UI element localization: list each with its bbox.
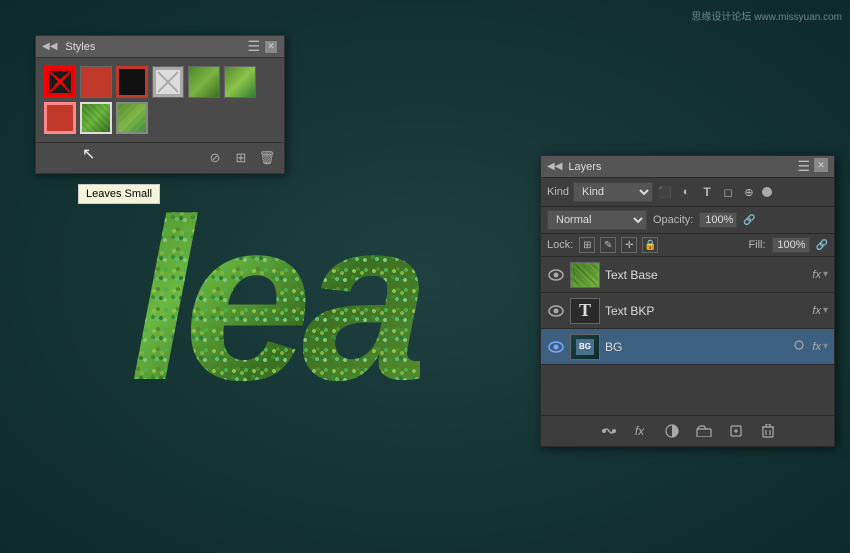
styles-toolbar: ⊘ ⊞ 🗑 [36, 142, 284, 173]
style-swatch[interactable] [188, 66, 220, 98]
styles-grid [36, 58, 284, 142]
layers-panel-title: Layers [568, 161, 601, 173]
link-layers-icon[interactable] [599, 422, 617, 440]
style-swatch[interactable] [80, 66, 112, 98]
kind-icons: ⬛ ◐ T ◻ ⊕ [657, 184, 772, 200]
lock-all-icon[interactable]: 🔒 [642, 237, 658, 253]
style-swatch[interactable] [44, 102, 76, 134]
delete-style-icon[interactable]: 🗑 [258, 149, 276, 167]
layer-link [793, 339, 805, 354]
opacity-input[interactable] [699, 212, 737, 228]
layers-bottom-toolbar: fx [541, 415, 834, 446]
new-style-icon[interactable]: ⊞ [232, 149, 250, 167]
no-style-icon[interactable]: ⊘ [206, 149, 224, 167]
layers-kind-row: Kind Kind ⬛ ◐ T ◻ ⊕ [541, 178, 834, 207]
fill-chain-icon[interactable]: 🔗 [816, 240, 828, 251]
lock-icons: ⊞ ✎ ✛ 🔒 [579, 237, 658, 253]
layer-visibility-toggle[interactable] [547, 338, 565, 356]
layer-visibility-toggle[interactable] [547, 266, 565, 284]
fill-label: Fill: [748, 239, 765, 251]
layers-collapse-icon[interactable]: ◀◀ [547, 161, 562, 172]
layer-visibility-toggle[interactable] [547, 302, 565, 320]
lock-position-icon[interactable]: ✎ [600, 237, 616, 253]
kind-select[interactable]: Kind [573, 182, 653, 202]
layer-thumbnail: BG [570, 334, 600, 360]
layer-fx[interactable]: fx ▾ [812, 269, 828, 281]
layer-row-selected[interactable]: BG BG fx ▾ [541, 329, 834, 365]
lock-pixels-icon[interactable]: ⊞ [579, 237, 595, 253]
layer-fx[interactable]: fx ▾ [812, 305, 828, 317]
style-swatch[interactable] [116, 102, 148, 134]
style-swatch[interactable] [152, 66, 184, 98]
delete-layer-icon[interactable] [759, 422, 777, 440]
lock-transform-icon[interactable]: ✛ [621, 237, 637, 253]
new-group-icon[interactable] [695, 422, 713, 440]
layer-name: Text Base [605, 268, 807, 282]
layers-panel: ◀◀ Layers ☰ ✕ Kind Kind ⬛ ◐ T ◻ ⊕ Normal… [540, 155, 835, 447]
layer-row[interactable]: T Text BKP fx ▾ [541, 293, 834, 329]
lock-label: Lock: [547, 239, 573, 251]
pixel-filter-icon[interactable]: ⬛ [657, 184, 673, 200]
opacity-chain-icon[interactable]: 🔗 [743, 215, 755, 226]
blend-row: Normal Opacity: 🔗 [541, 207, 834, 234]
smartobj-filter-icon[interactable]: ⊕ [741, 184, 757, 200]
layers-empty-area [541, 365, 834, 415]
new-layer-icon[interactable] [727, 422, 745, 440]
layers-menu-icon[interactable]: ☰ [797, 158, 810, 175]
style-swatch[interactable] [224, 66, 256, 98]
layer-name: Text BKP [605, 304, 807, 318]
kind-label: Kind [547, 186, 569, 198]
opacity-label: Opacity: [653, 214, 693, 226]
style-swatch-active[interactable] [80, 102, 112, 134]
canvas-leaf-text: lea [130, 185, 420, 415]
styles-panel: ◀◀ Styles ☰ ✕ [35, 35, 285, 174]
type-filter-icon[interactable]: T [699, 184, 715, 200]
collapse-icon[interactable]: ◀◀ [42, 41, 57, 52]
lock-row: Lock: ⊞ ✎ ✛ 🔒 Fill: 🔗 [541, 234, 834, 257]
layer-fx[interactable]: fx ▾ [812, 341, 828, 353]
styles-panel-header: ◀◀ Styles ☰ ✕ [36, 36, 284, 58]
styles-close-button[interactable]: ✕ [264, 40, 278, 54]
style-swatch[interactable] [44, 66, 76, 98]
blend-mode-select[interactable]: Normal [547, 210, 647, 230]
layer-thumbnail [570, 262, 600, 288]
watermark: 思缘设计论坛 www.missyuan.com [691, 8, 842, 23]
layers-panel-header: ◀◀ Layers ☰ ✕ [541, 156, 834, 178]
style-swatch[interactable] [116, 66, 148, 98]
styles-panel-title: Styles [65, 41, 95, 53]
styles-menu-icon[interactable]: ☰ [247, 38, 260, 55]
extra-filter-icon[interactable] [762, 187, 772, 197]
layers-close-button[interactable]: ✕ [814, 158, 828, 172]
adjustment-filter-icon[interactable]: ◐ [678, 184, 694, 200]
new-fill-adjustment-icon[interactable] [663, 422, 681, 440]
layer-thumbnail: T [570, 298, 600, 324]
fill-input[interactable] [772, 237, 810, 253]
layer-name: BG [605, 340, 788, 354]
layer-row[interactable]: Text Base fx ▾ [541, 257, 834, 293]
shape-filter-icon[interactable]: ◻ [720, 184, 736, 200]
add-fx-icon[interactable]: fx [631, 422, 649, 440]
